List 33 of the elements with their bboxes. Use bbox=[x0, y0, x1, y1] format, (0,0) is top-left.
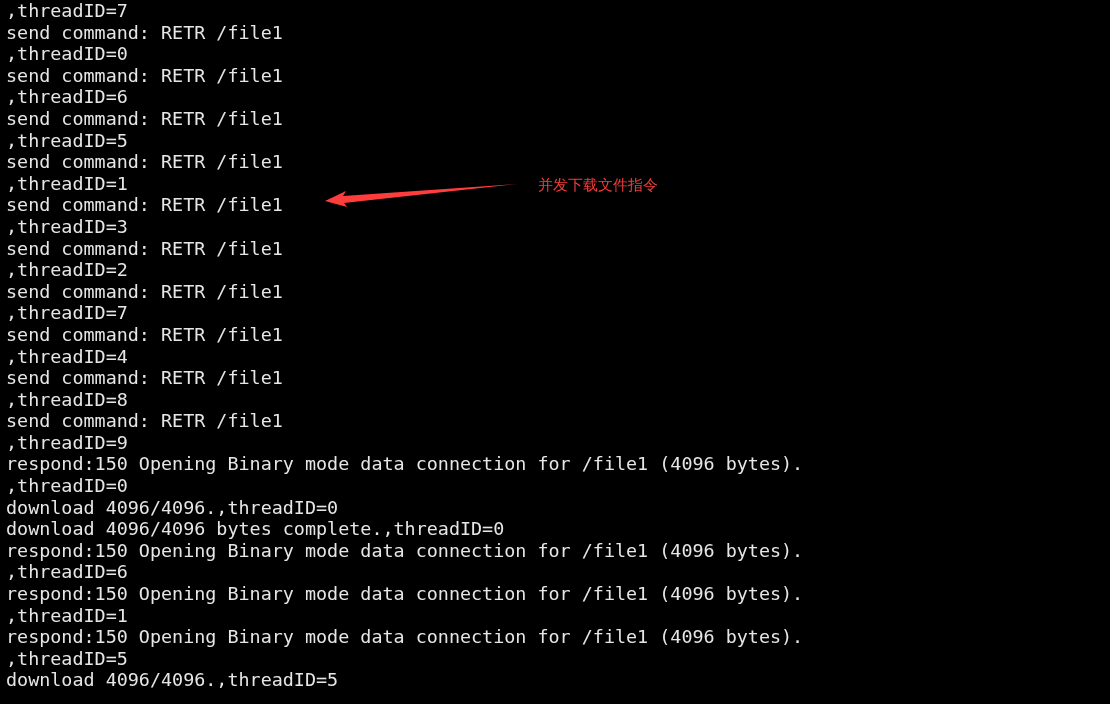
terminal-line: respond:150 Opening Binary mode data connection for /file1 (4096 bytes). bbox=[6, 539, 804, 562]
terminal-line: download 4096/4096 bytes complete.,threadID=0 bbox=[6, 518, 505, 540]
terminal-line: send command: RETR /file1 bbox=[6, 64, 283, 87]
terminal-line: respond:150 Opening Binary mode data connection for /file1 (4096 bytes). bbox=[6, 626, 804, 648]
terminal-line: ,threadID=4 bbox=[6, 345, 128, 368]
terminal-line: ,threadID=6 bbox=[6, 561, 128, 584]
terminal-line: respond:150 Opening Binary mode data connection for /file1 (4096 bytes). bbox=[6, 453, 804, 476]
terminal-line: send command: RETR /file1 bbox=[6, 151, 283, 173]
terminal-line: ,threadID=3 bbox=[6, 215, 128, 238]
terminal-line: ,threadID=0 bbox=[6, 43, 128, 65]
terminal-line: send command: RETR /file1 bbox=[6, 410, 283, 432]
terminal-line: ,threadID=7 bbox=[6, 302, 128, 324]
terminal-line: ,threadID=5 bbox=[6, 647, 128, 670]
terminal-line: ,threadID=2 bbox=[6, 259, 128, 281]
terminal-line: respond:150 Opening Binary mode data connection for /file1 (4096 bytes). bbox=[6, 583, 804, 605]
terminal-line: ,threadID=1 bbox=[6, 172, 128, 195]
annotation-text: 并发下载文件指令 bbox=[538, 176, 658, 195]
terminal-line: send command: RETR /file1 bbox=[6, 194, 283, 216]
terminal-line: ,threadID=5 bbox=[6, 129, 128, 152]
terminal-line: send command: RETR /file1 bbox=[6, 237, 283, 260]
terminal-line: download 4096/4096.,threadID=5 bbox=[6, 669, 339, 691]
terminal-line: download 4096/4096.,threadID=0 bbox=[6, 496, 339, 519]
terminal-line: send command: RETR /file1 bbox=[6, 367, 283, 389]
terminal-line: ,threadID=0 bbox=[6, 475, 128, 497]
terminal-line: ,threadID=1 bbox=[6, 604, 128, 627]
terminal-line: ,threadID=9 bbox=[6, 431, 128, 454]
terminal-line: ,threadID=7 bbox=[6, 0, 128, 22]
terminal-line: send command: RETR /file1 bbox=[6, 280, 283, 303]
terminal-line: send command: RETR /file1 bbox=[6, 21, 283, 44]
terminal-line: send command: RETR /file1 bbox=[6, 107, 283, 130]
terminal-line: ,threadID=8 bbox=[6, 388, 128, 411]
terminal-line: ,threadID=6 bbox=[6, 86, 128, 108]
terminal-line: send command: RETR /file1 bbox=[6, 323, 283, 346]
